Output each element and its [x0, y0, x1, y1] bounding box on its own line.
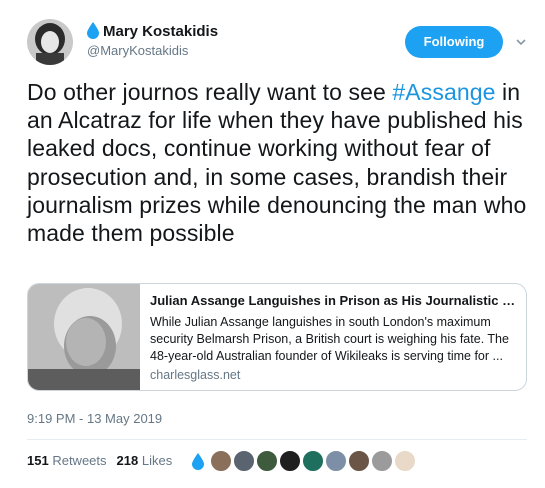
- retweets-label: Retweets: [52, 453, 107, 468]
- water-drop-icon[interactable]: [192, 453, 204, 470]
- card-domain: charlesglass.net: [150, 368, 241, 382]
- card-thumbnail: [28, 284, 140, 390]
- author-handle[interactable]: @MaryKostakidis: [87, 43, 188, 58]
- hashtag-link[interactable]: #Assange: [392, 79, 495, 105]
- card-title: Julian Assange Languishes in Prison as H…: [150, 293, 516, 308]
- divider: [27, 439, 527, 440]
- retweets-stat[interactable]: 151 Retweets: [27, 453, 107, 468]
- liker-avatar-5[interactable]: [302, 450, 324, 472]
- likes-count: 218: [116, 453, 139, 468]
- tweet-timestamp[interactable]: 9:19 PM - 13 May 2019: [27, 411, 162, 426]
- liker-avatar-9[interactable]: [394, 450, 416, 472]
- following-button[interactable]: Following: [405, 26, 503, 58]
- liker-avatar-8[interactable]: [371, 450, 393, 472]
- liker-avatar-4[interactable]: [279, 450, 301, 472]
- liker-avatar-6[interactable]: [325, 450, 347, 472]
- tweet-text-before: Do other journos really want to see: [27, 79, 393, 105]
- tweet-stats: 151 Retweets 218 Likes: [27, 453, 182, 468]
- chevron-down-icon[interactable]: [515, 36, 527, 48]
- retweets-count: 151: [27, 453, 49, 468]
- liker-avatar-2[interactable]: [233, 450, 255, 472]
- liker-avatar-1[interactable]: [210, 450, 232, 472]
- likes-label: Likes: [141, 453, 173, 468]
- liker-avatar-3[interactable]: [256, 450, 278, 472]
- link-preview-card[interactable]: Julian Assange Languishes in Prison as H…: [27, 283, 527, 391]
- likes-stat[interactable]: 218 Likes: [117, 453, 173, 468]
- liker-avatar-7[interactable]: [348, 450, 370, 472]
- water-drop-icon: [87, 22, 99, 39]
- author-display-name[interactable]: Mary Kostakidis: [103, 23, 218, 40]
- likers-avatars: [190, 450, 425, 472]
- author-avatar[interactable]: [27, 19, 73, 65]
- card-description: While Julian Assange languishes in south…: [150, 315, 509, 363]
- tweet-text: Do other journos really want to see #Ass…: [27, 78, 527, 247]
